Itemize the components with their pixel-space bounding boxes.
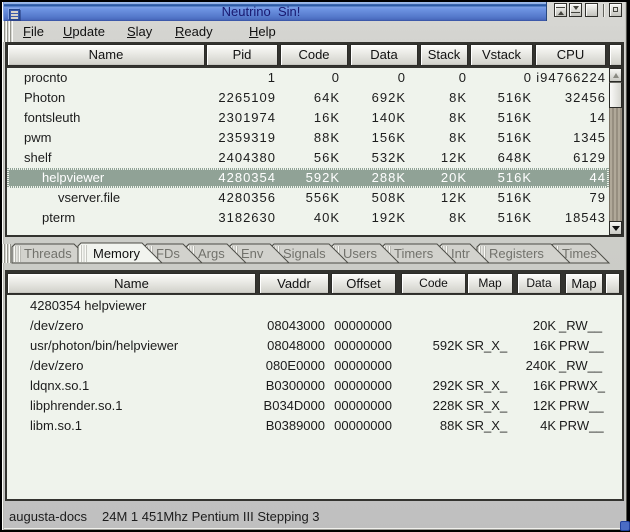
svg-text:Memory: Memory: [93, 246, 140, 261]
svg-text:Users: Users: [343, 246, 377, 261]
svg-text:FDs: FDs: [156, 246, 180, 261]
svg-text:Times: Times: [562, 246, 597, 261]
svg-text:Timers: Timers: [394, 246, 434, 261]
svg-text:Args: Args: [198, 246, 225, 261]
svg-text:Intr: Intr: [451, 246, 470, 261]
svg-text:Signals: Signals: [283, 246, 326, 261]
svg-text:Threads: Threads: [24, 246, 72, 261]
svg-text:Registers: Registers: [489, 246, 544, 261]
svg-text:Env: Env: [241, 246, 264, 261]
